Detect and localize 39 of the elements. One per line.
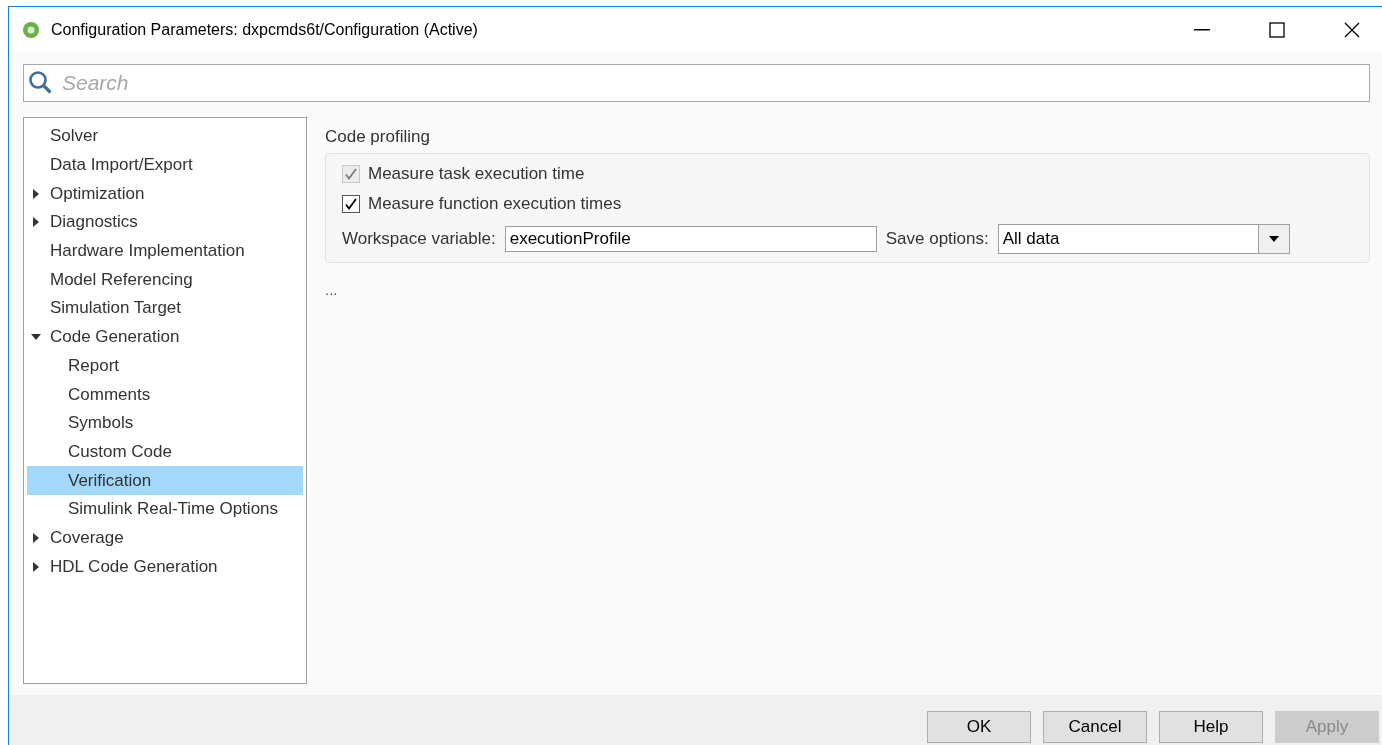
search-icon [28, 70, 54, 96]
maximize-icon [1268, 21, 1285, 38]
tree-item[interactable]: Diagnostics [27, 208, 303, 237]
tree-item[interactable]: Simulink Real-Time Options [27, 494, 303, 524]
checkbox[interactable] [342, 195, 360, 213]
tree-item[interactable]: Coverage [27, 523, 303, 553]
caret-right-icon[interactable] [31, 188, 41, 199]
tree-item[interactable]: Model Referencing [27, 265, 303, 295]
tree-item[interactable]: Custom Code [27, 437, 303, 467]
search-field[interactable]: Search [23, 64, 1370, 102]
caret-right-icon[interactable] [31, 561, 41, 572]
tree-item[interactable]: Report [27, 351, 303, 381]
tree-item[interactable]: Symbols [27, 408, 303, 438]
checkbox-label: Measure function execution times [368, 194, 622, 214]
caret-down-icon [1268, 236, 1279, 242]
caret-right-icon[interactable] [31, 217, 41, 228]
tree-item[interactable]: Data Import/Export [27, 150, 303, 180]
section-title: Code profiling [325, 127, 431, 147]
ellipsis-text: ... [325, 281, 339, 298]
tree-item[interactable]: Code Generation [27, 322, 303, 352]
tree-item[interactable]: HDL Code Generation [27, 552, 303, 581]
tree-item[interactable]: Solver [27, 122, 303, 151]
dropdown[interactable]: All data [997, 224, 1290, 254]
checkbox-label: Measure task execution time [368, 164, 585, 184]
caret-right-icon[interactable] [31, 532, 41, 543]
input-field[interactable]: executionProfile [504, 226, 877, 252]
close-icon [1343, 21, 1360, 38]
tree-item[interactable]: Verification [27, 466, 303, 495]
dialog-button[interactable]: OK [927, 711, 1031, 743]
minimize-icon [1193, 28, 1210, 31]
tree-item[interactable]: Hardware Implementation [27, 236, 303, 266]
tree-item[interactable]: Simulation Target [27, 294, 303, 323]
tree-item[interactable]: Comments [27, 380, 303, 409]
dialog-button[interactable]: Help [1159, 711, 1263, 743]
tree-item[interactable]: Optimization [27, 179, 303, 209]
window-title: Configuration Parameters: dxpcmds6t/Configuration (Active) [51, 20, 479, 39]
field-label: Workspace variable: [342, 229, 496, 249]
dialog-button[interactable]: Cancel [1043, 711, 1147, 743]
field-label: Save options: [885, 229, 989, 249]
